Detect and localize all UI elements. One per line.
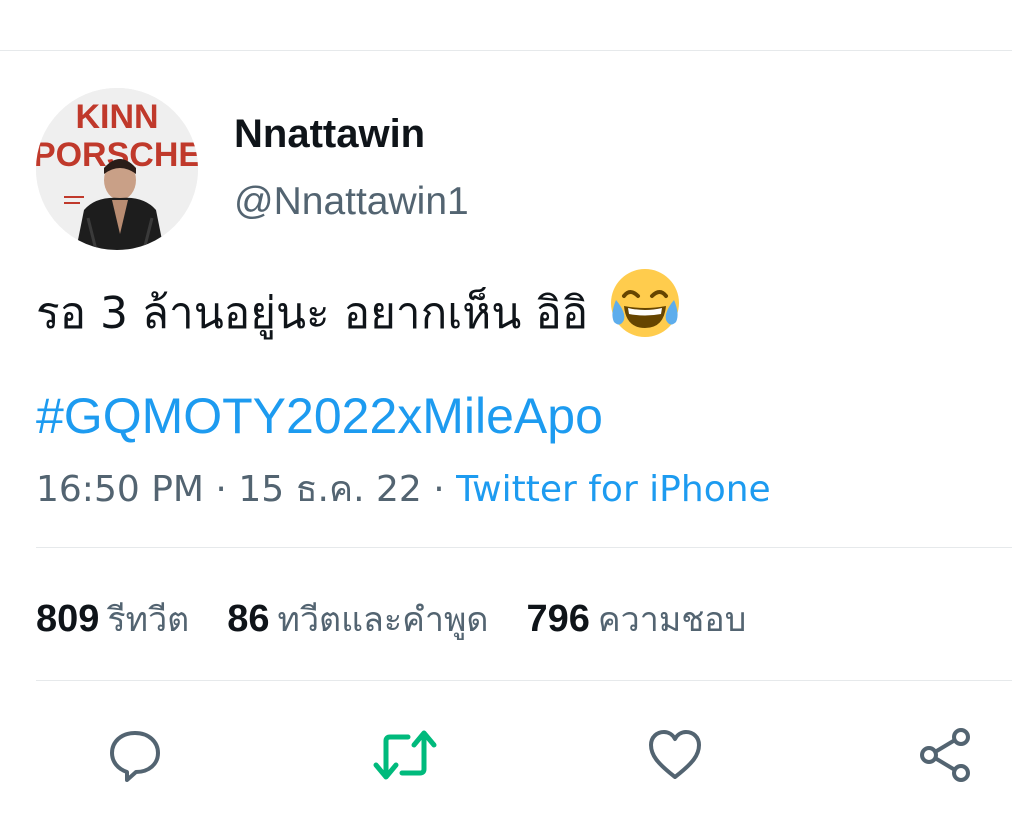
hashtag-link[interactable]: #GQMOTY2022xMileApo	[36, 388, 603, 444]
retweet-button[interactable]	[370, 720, 440, 790]
tweet-body: รอ 3 ล้านอยู่นะ อยากเห็น อิอิ	[36, 288, 589, 339]
speech-bubble-icon	[110, 731, 160, 782]
avatar-poster-title-1: KINN	[75, 98, 158, 136]
heart-icon	[649, 730, 701, 779]
avatar[interactable]: KINN PORSCHE	[36, 88, 198, 250]
retweets-count: 809	[36, 598, 100, 640]
quotes-stat[interactable]: 86 ทวีตและคำพูด	[227, 592, 488, 646]
display-name[interactable]: Nnattawin	[234, 112, 425, 157]
likes-stat[interactable]: 796 ความชอบ	[526, 592, 746, 646]
hashtag-line: #GQMOTY2022xMileApo	[36, 371, 976, 464]
tweet-time: 16:50 PM	[36, 469, 204, 510]
top-divider	[0, 50, 1012, 51]
quotes-count: 86	[227, 598, 270, 640]
share-button[interactable]	[910, 720, 980, 790]
share-icon	[920, 728, 970, 782]
like-button[interactable]	[640, 720, 710, 790]
tweet-stats: 809 รีทวีต 86 ทวีตและคำพูด 796 ความชอบ	[36, 592, 746, 646]
meta-separator: ·	[215, 469, 227, 510]
face-with-tears-of-joy-icon	[608, 266, 682, 371]
tweet-source-link[interactable]: Twitter for iPhone	[456, 469, 771, 510]
likes-count: 796	[526, 598, 590, 640]
tweet-date[interactable]: 15 ธ.ค. 22	[238, 469, 421, 510]
retweets-stat[interactable]: 809 รีทวีต	[36, 592, 189, 646]
retweet-icon	[373, 730, 437, 780]
user-handle[interactable]: @Nnattawin1	[234, 180, 469, 224]
retweets-label: รีทวีต	[107, 600, 190, 640]
divider	[36, 547, 1012, 548]
quotes-label: ทวีตและคำพูด	[277, 600, 489, 640]
tweet-text-line: รอ 3 ล้านอยู่นะ อยากเห็น อิอิ	[36, 266, 976, 371]
likes-label: ความชอบ	[597, 600, 747, 640]
tweet-text: รอ 3 ล้านอยู่นะ อยากเห็น อิอิ #GQMOTY202…	[36, 266, 976, 464]
action-bar	[0, 720, 1012, 790]
meta-separator: ·	[433, 469, 445, 510]
tweet-meta: 16:50 PM · 15 ธ.ค. 22 · Twitter for iPho…	[36, 460, 771, 517]
reply-button[interactable]	[100, 720, 170, 790]
divider	[36, 680, 1012, 681]
avatar-image: KINN PORSCHE	[36, 88, 198, 250]
